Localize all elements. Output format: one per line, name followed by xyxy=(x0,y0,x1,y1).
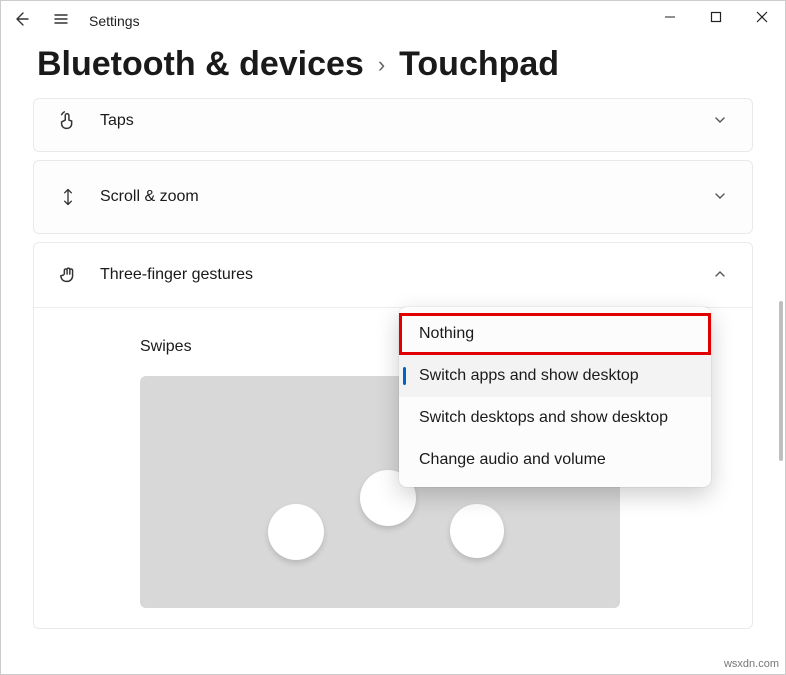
chevron-up-icon xyxy=(710,267,730,283)
swipes-dropdown[interactable]: Nothing Switch apps and show desktop Swi… xyxy=(399,307,711,487)
app-title: Settings xyxy=(89,13,140,29)
minimize-button[interactable] xyxy=(647,1,693,33)
taps-header[interactable]: Taps xyxy=(34,99,752,151)
breadcrumb-current: Touchpad xyxy=(399,45,559,84)
finger-dot xyxy=(268,504,324,560)
chevron-down-icon xyxy=(710,189,730,205)
scroll-zoom-header[interactable]: Scroll & zoom xyxy=(34,161,752,233)
dropdown-option-switch-desktops[interactable]: Switch desktops and show desktop xyxy=(399,397,711,439)
back-button[interactable] xyxy=(1,11,41,32)
nav-menu-button[interactable] xyxy=(41,11,81,32)
dropdown-option-switch-apps[interactable]: Switch apps and show desktop xyxy=(399,355,711,397)
scroll-zoom-icon xyxy=(56,185,80,209)
taps-label: Taps xyxy=(100,112,710,130)
chevron-right-icon: › xyxy=(378,52,385,78)
tap-icon xyxy=(56,109,80,133)
watermark: wsxdn.com xyxy=(724,658,779,670)
chevron-down-icon xyxy=(710,113,730,129)
three-finger-label: Three-finger gestures xyxy=(100,266,710,284)
dropdown-option-audio-volume[interactable]: Change audio and volume xyxy=(399,439,711,481)
breadcrumb: Bluetooth & devices › Touchpad xyxy=(1,41,785,98)
close-button[interactable] xyxy=(739,1,785,33)
maximize-button[interactable] xyxy=(693,1,739,33)
dropdown-option-nothing[interactable]: Nothing xyxy=(399,313,711,355)
scrollbar-thumb[interactable] xyxy=(779,301,783,461)
three-finger-icon xyxy=(56,263,80,287)
finger-dot xyxy=(450,504,504,558)
titlebar: Settings xyxy=(1,1,785,41)
breadcrumb-parent[interactable]: Bluetooth & devices xyxy=(37,45,364,84)
three-finger-header[interactable]: Three-finger gestures xyxy=(34,243,752,307)
window-controls xyxy=(647,1,785,33)
scroll-zoom-card: Scroll & zoom xyxy=(33,160,753,234)
settings-window: Settings Bluetooth & devices › Touchpad … xyxy=(0,0,786,675)
scroll-zoom-label: Scroll & zoom xyxy=(100,188,710,206)
taps-card: Taps xyxy=(33,98,753,152)
